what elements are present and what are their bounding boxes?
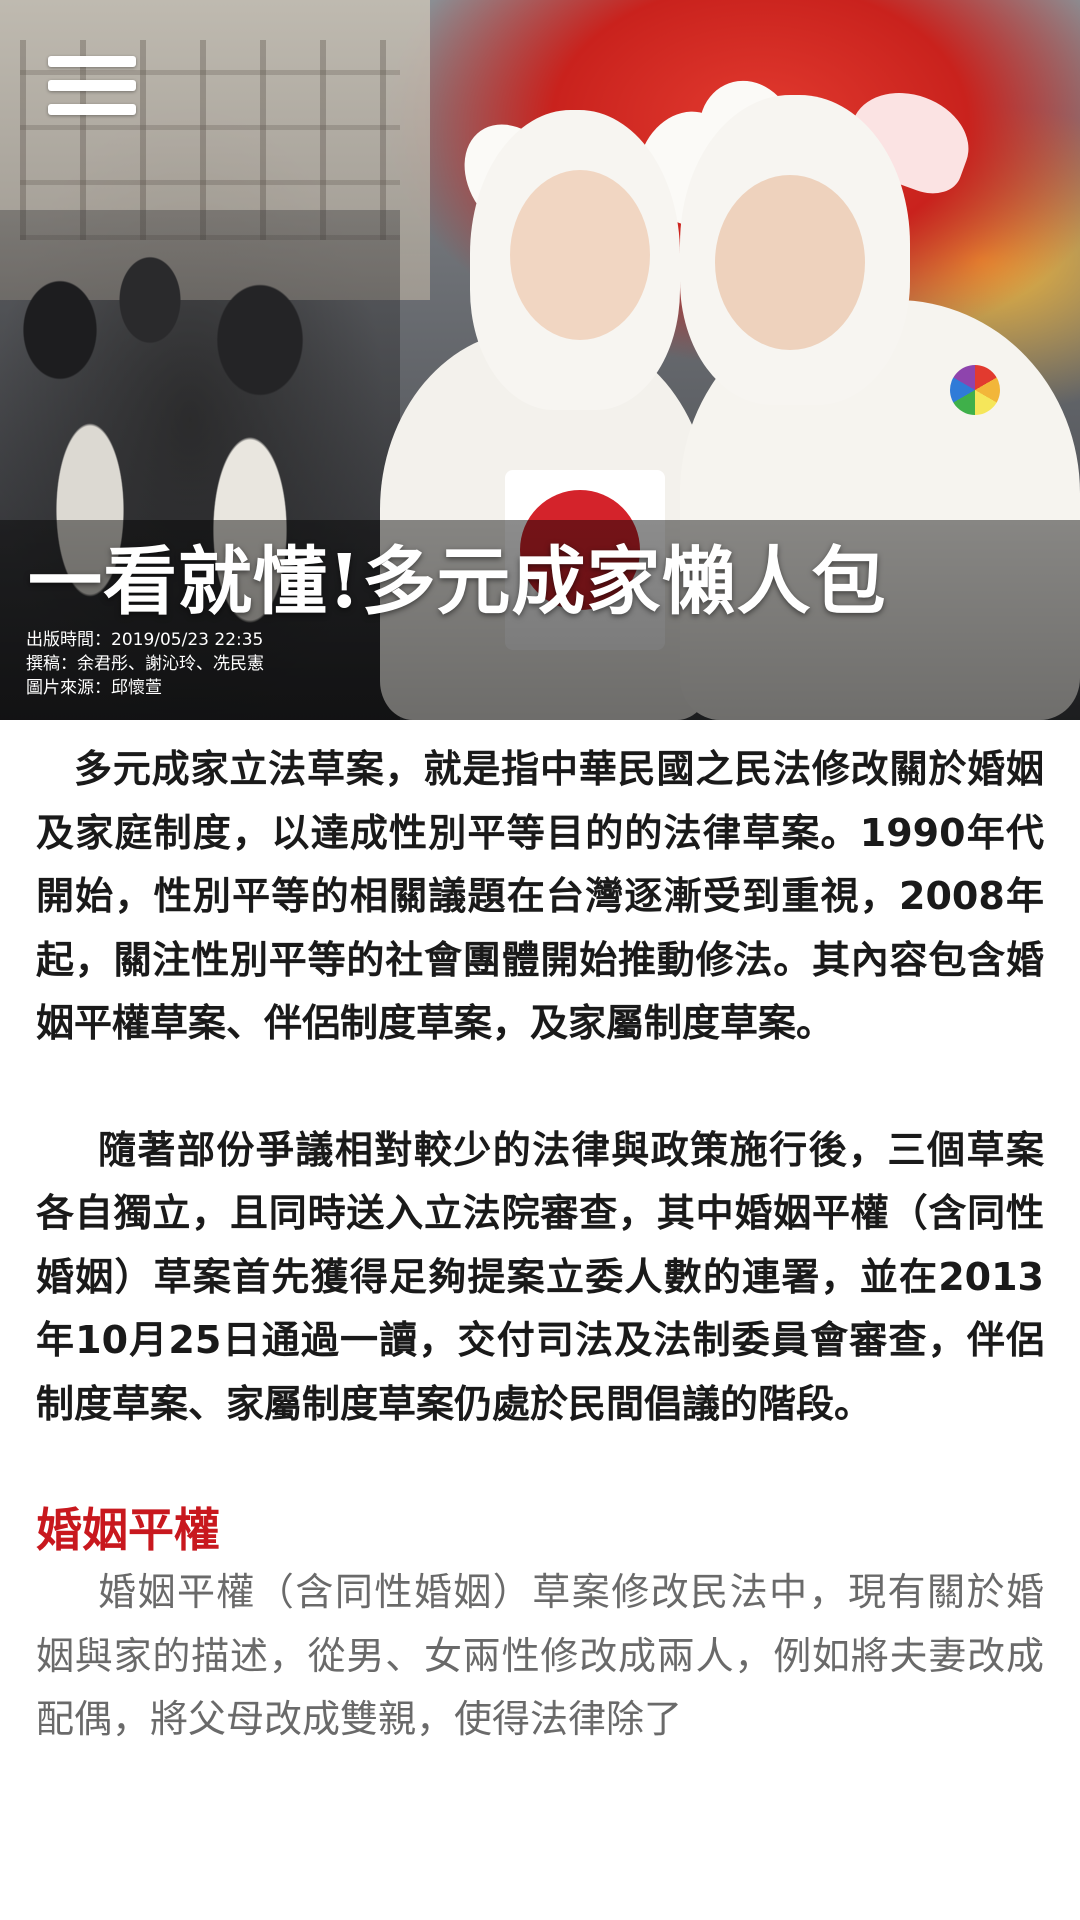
hamburger-icon[interactable]: [48, 56, 136, 116]
article-paragraph-3: 婚姻平權（含同性婚姻）草案修改民法中，現有關於婚姻與家的描述，從男、女兩性修改成…: [36, 1570, 1044, 1741]
article-meta: 出版時間：2019/05/23 22:35 撰稿：余君彤、謝沁玲、冼民憲 圖片來…: [26, 628, 264, 700]
article-paragraph-1: 多元成家立法草案，就是指中華民國之民法修改關於婚姻及家庭制度，以達成性別平等目的…: [36, 747, 1044, 1045]
hero-photo-face-right: [715, 175, 865, 350]
hamburger-line: [48, 80, 136, 91]
rainbow-badge-icon: [950, 365, 1000, 415]
authors: 撰稿：余君彤、謝沁玲、冼民憲: [26, 654, 264, 674]
publish-time: 出版時間：2019/05/23 22:35: [26, 630, 264, 650]
article-body: 多元成家立法草案，就是指中華民國之民法修改關於婚姻及家庭制度，以達成性別平等目的…: [0, 720, 1080, 1920]
section-heading: 婚姻平權: [36, 1503, 220, 1557]
hamburger-line: [48, 56, 136, 67]
hero-photo-face-left: [510, 170, 650, 340]
hero-banner: 一看就懂!多元成家懶人包 出版時間：2019/05/23 22:35 撰稿：余君…: [0, 0, 1080, 720]
article-paragraph-2: 隨著部份爭議相對較少的法律與政策施行後，三個草案各自獨立，且同時送入立法院審查，…: [36, 1127, 1044, 1426]
page-title: 一看就懂!多元成家懶人包: [28, 539, 887, 625]
hamburger-line: [48, 104, 136, 115]
photo-credit: 圖片來源：邱懷萱: [26, 678, 162, 698]
